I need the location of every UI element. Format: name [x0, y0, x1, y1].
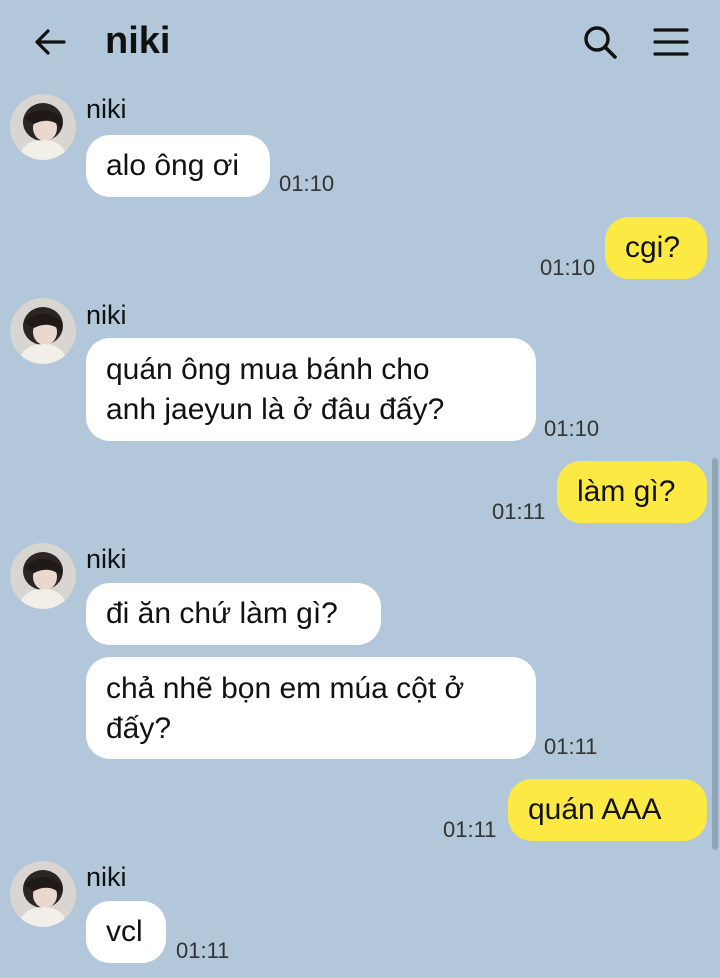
message-text: đi ăn chứ làm gì? — [106, 597, 338, 630]
chat-title: niki — [105, 20, 171, 62]
message-bubble-incoming[interactable]: đi ăn chứ làm gì? — [86, 583, 381, 645]
hamburger-menu-icon — [653, 28, 689, 56]
message-text: vcl — [106, 915, 143, 948]
message-bubble-outgoing[interactable]: cgi? — [605, 217, 707, 279]
message-text: alo ông ơi — [106, 149, 240, 182]
avatar[interactable] — [10, 861, 76, 927]
back-button[interactable] — [30, 22, 70, 62]
profile-photo-icon — [10, 861, 76, 927]
avatar[interactable] — [10, 298, 76, 364]
profile-photo-icon — [10, 298, 76, 364]
arrow-left-icon — [35, 29, 66, 55]
profile-photo-icon — [10, 543, 76, 609]
message-text: làm gì? — [577, 475, 676, 508]
sender-name: niki — [86, 544, 127, 574]
avatar[interactable] — [10, 94, 76, 160]
message-text-line: quán ông mua bánh cho — [106, 353, 430, 386]
search-icon — [584, 26, 617, 59]
sender-name: niki — [86, 300, 127, 330]
sender-name: niki — [86, 94, 127, 124]
message-text: cgi? — [625, 231, 681, 264]
message-bubble-outgoing[interactable]: quán AAA — [508, 779, 707, 841]
message-time: 01:10 — [544, 416, 600, 441]
message-bubble-incoming[interactable]: quán ông mua bánh cho anh jaeyun là ở đâ… — [86, 338, 536, 441]
message-time: 01:11 — [492, 499, 546, 524]
message-text: quán AAA — [528, 793, 662, 826]
message-text-line: anh jaeyun là ở đâu đấy? — [106, 393, 445, 426]
message-text-line: đấy? — [106, 712, 172, 745]
scrollbar[interactable] — [712, 458, 718, 850]
message-time: 01:10 — [540, 255, 596, 280]
sender-name: niki — [86, 862, 127, 892]
chat-header: niki — [0, 0, 720, 88]
message-time: 01:11 — [544, 734, 598, 759]
menu-button[interactable] — [650, 24, 692, 60]
message-time: 01:11 — [443, 817, 497, 842]
avatar[interactable] — [10, 543, 76, 609]
message-bubble-incoming[interactable]: vcl — [86, 901, 166, 963]
search-button[interactable] — [580, 22, 620, 62]
message-bubble-incoming[interactable]: alo ông ơi — [86, 135, 270, 197]
message-bubble-incoming[interactable]: chả nhẽ bọn em múa cột ở đấy? — [86, 657, 536, 759]
message-time: 01:11 — [176, 938, 230, 963]
message-text-line: chả nhẽ bọn em múa cột ở — [106, 672, 465, 705]
message-time: 01:10 — [279, 171, 335, 196]
message-bubble-outgoing[interactable]: làm gì? — [557, 461, 707, 523]
profile-photo-icon — [10, 94, 76, 160]
